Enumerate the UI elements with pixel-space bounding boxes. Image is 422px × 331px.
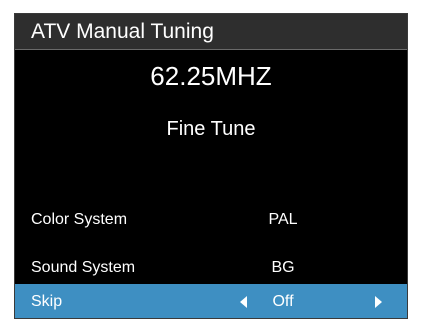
sound-system-label: Sound System	[31, 259, 136, 276]
menu-item-skip[interactable]: Skip Off	[15, 284, 407, 318]
page-title: ATV Manual Tuning	[31, 20, 214, 43]
menu-item-color-system[interactable]: Color System PAL	[15, 200, 407, 240]
menu-item-sound-system[interactable]: Sound System BG	[15, 248, 407, 288]
skip-value: Off	[272, 293, 294, 310]
color-system-label: Color System	[31, 211, 128, 228]
triangle-right-icon[interactable]	[375, 296, 382, 308]
atv-manual-tuning-panel: ATV Manual Tuning 62.25MHZ Fine Tune Col…	[14, 13, 408, 319]
skip-label: Skip	[31, 293, 63, 310]
sound-system-value: BG	[271, 259, 295, 276]
frequency-readout: 62.25MHZ	[150, 61, 272, 91]
fine-tune-item[interactable]: Fine Tune	[15, 117, 407, 141]
color-system-value: PAL	[268, 211, 298, 228]
title-bar: ATV Manual Tuning	[15, 14, 407, 50]
